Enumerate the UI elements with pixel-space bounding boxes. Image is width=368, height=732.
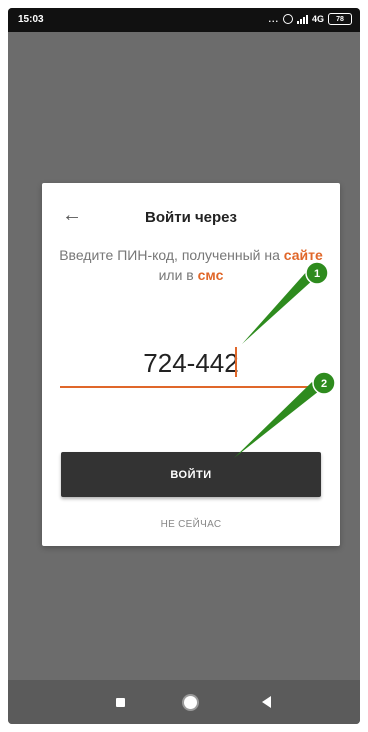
triangle-back-icon: [261, 696, 271, 708]
battery-icon: 78: [328, 13, 352, 25]
status-icons: ... 4G 78: [268, 13, 352, 25]
pin-input-underline: [60, 386, 322, 388]
square-icon: [115, 697, 125, 707]
network-type: 4G: [311, 14, 324, 24]
alarm-icon: [282, 14, 293, 24]
status-time: 15:03: [18, 14, 44, 25]
instruction-text-2: или в: [158, 267, 194, 283]
back-button[interactable]: [258, 694, 274, 710]
signal-icon: [296, 14, 308, 24]
login-dialog: ← Войти через Введите ПИН-код, полученны…: [42, 183, 340, 546]
sms-link[interactable]: смс: [198, 267, 224, 283]
login-button[interactable]: ВОЙТИ: [61, 452, 321, 497]
navigation-bar: [8, 680, 360, 724]
pin-input[interactable]: [60, 343, 322, 383]
status-bar: 15:03 ... 4G 78: [8, 8, 360, 32]
instruction-text: Введите ПИН-код, полученный на: [59, 247, 280, 263]
site-link[interactable]: сайте: [284, 247, 323, 263]
notification-dots: ...: [268, 14, 279, 24]
recents-button[interactable]: [112, 694, 128, 710]
phone-screen: 15:03 ... 4G 78 ← Войти через Введите ПИ…: [8, 8, 360, 724]
text-cursor: [235, 347, 237, 377]
dialog-title: Войти через: [145, 209, 237, 226]
pin-instructions: Введите ПИН-код, полученный на сайте или…: [42, 245, 340, 285]
home-button[interactable]: [182, 694, 198, 710]
not-now-button[interactable]: НЕ СЕЙЧАС: [42, 519, 340, 530]
circle-icon: [183, 695, 197, 709]
